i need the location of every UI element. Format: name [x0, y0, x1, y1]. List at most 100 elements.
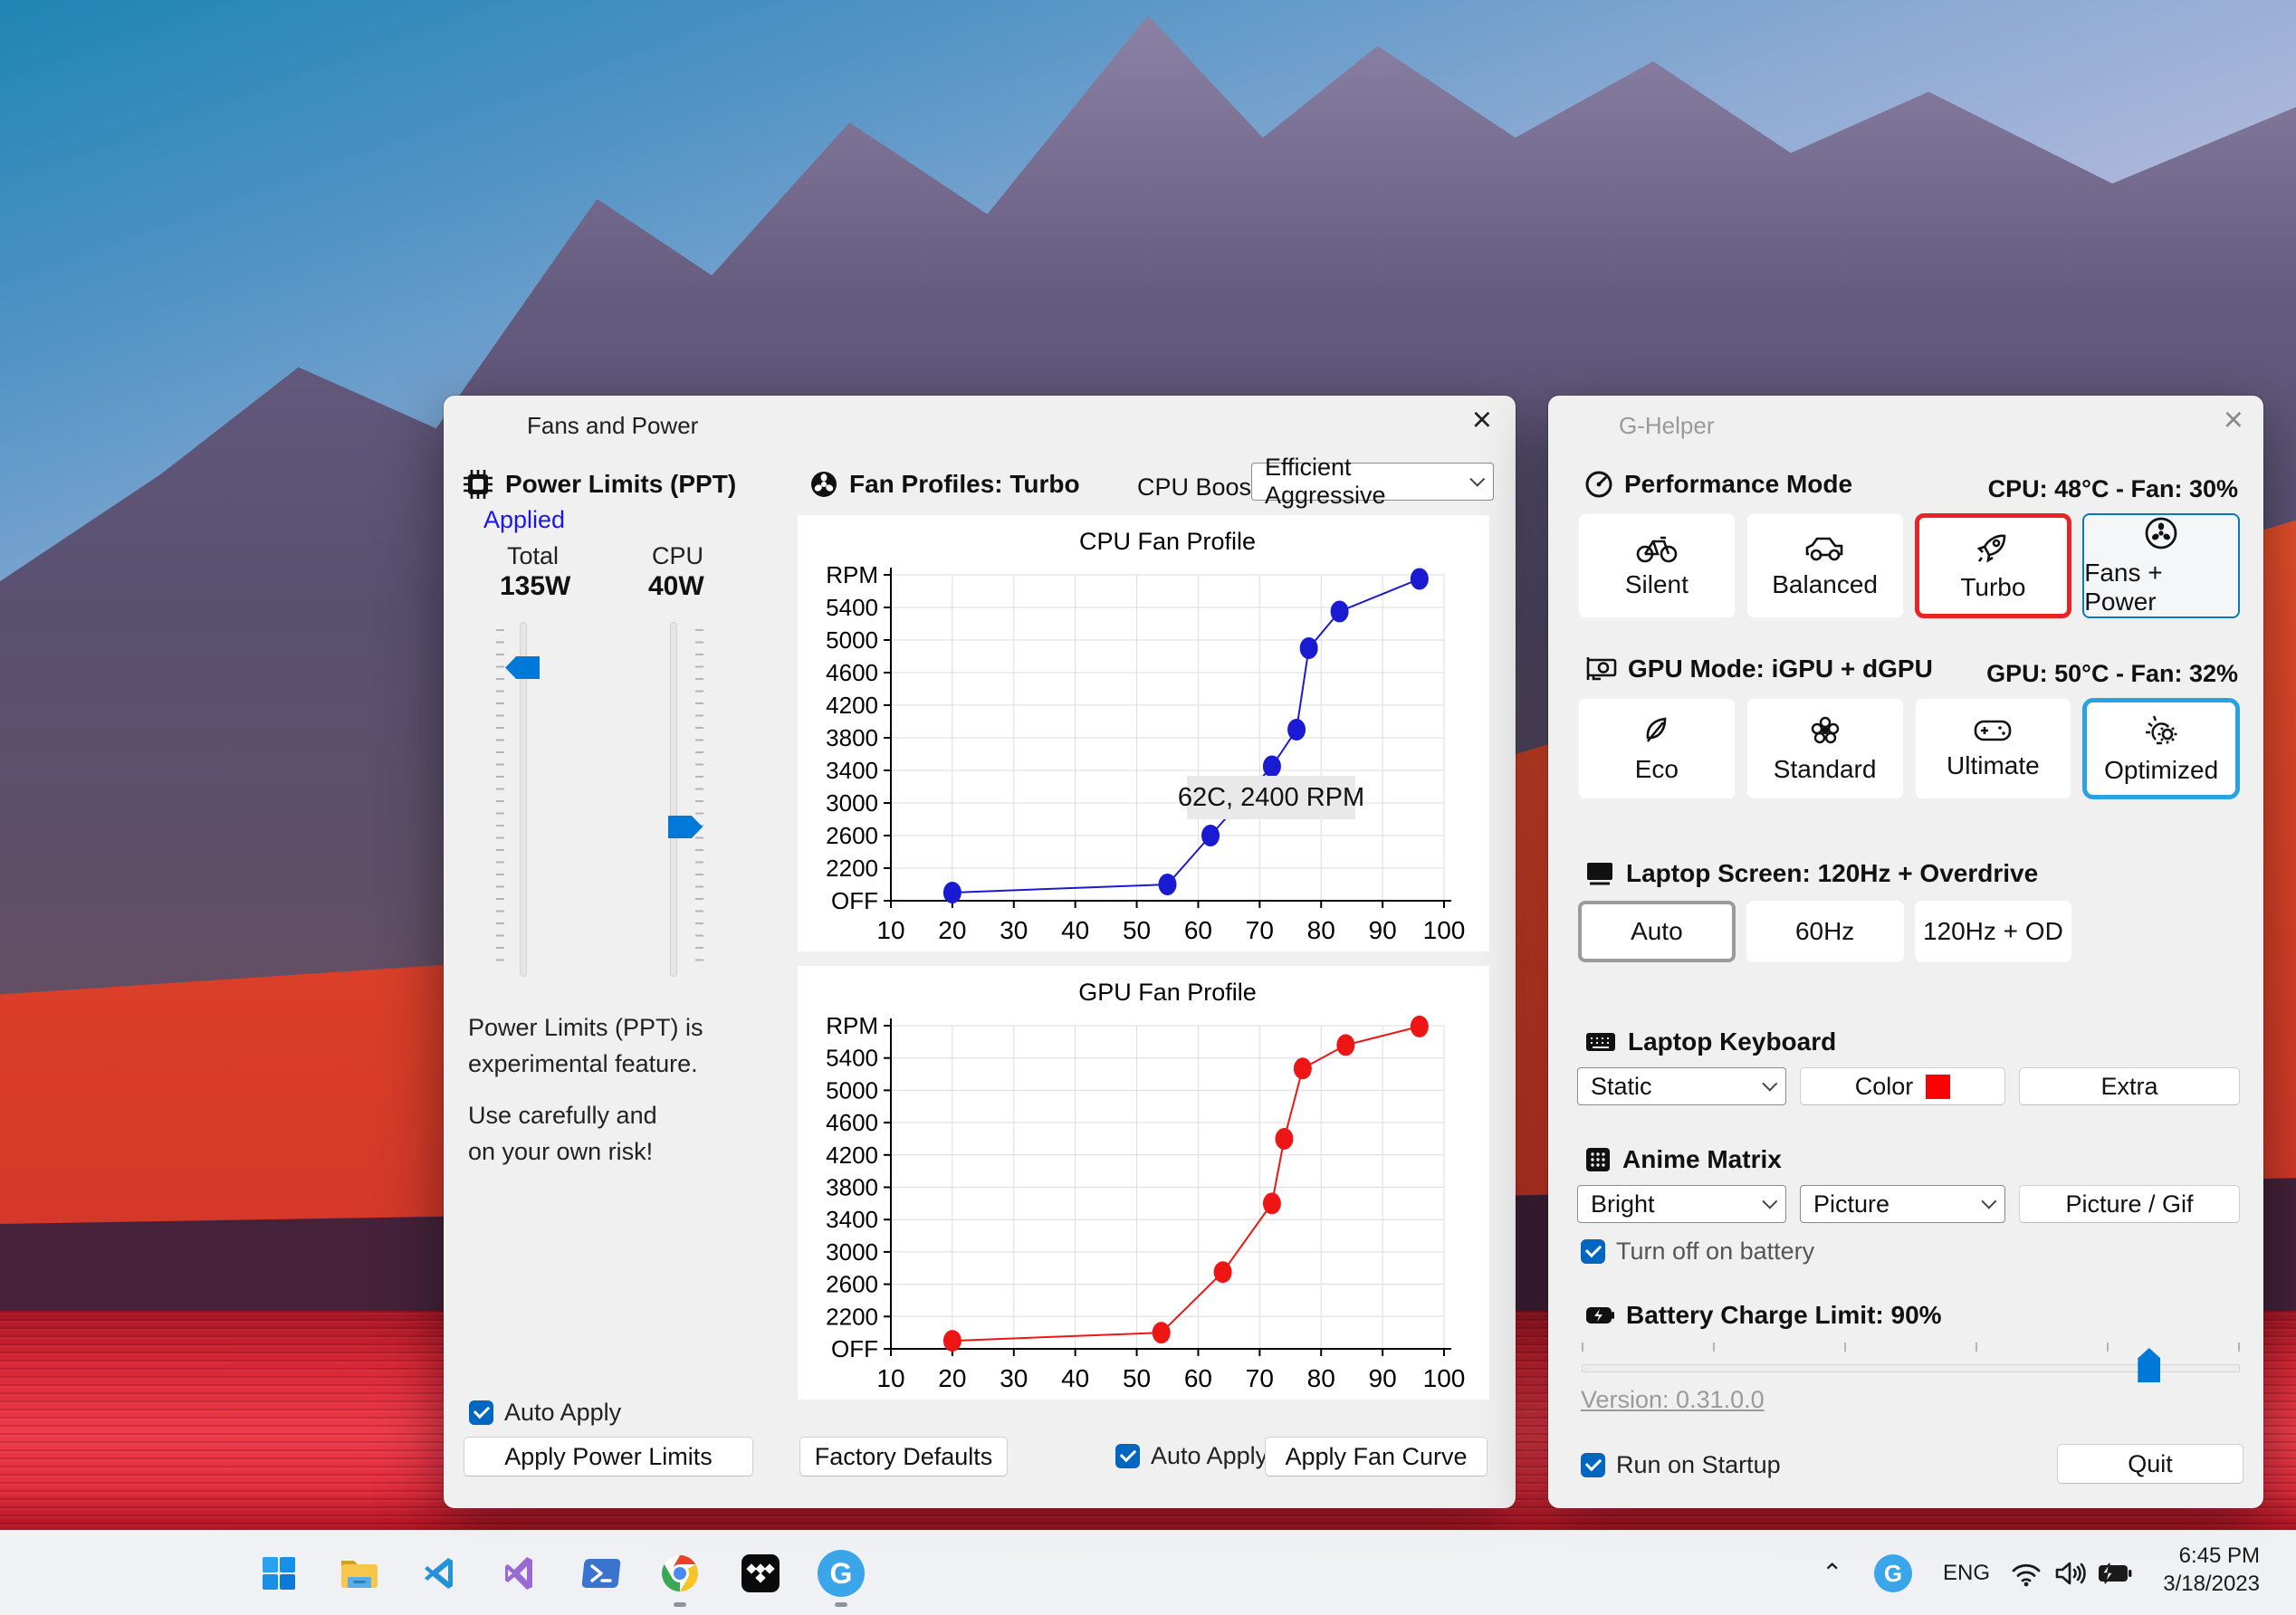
- screen-button-120hz-od[interactable]: 120Hz + OD: [1914, 901, 2072, 962]
- cpu-temp-status: CPU: 48°C - Fan: 30%: [1987, 475, 2238, 502]
- gauge-icon: [1585, 471, 1612, 498]
- svg-text:60: 60: [1184, 1364, 1212, 1392]
- svg-text:30: 30: [1000, 1364, 1028, 1392]
- svg-text:70: 70: [1246, 916, 1274, 944]
- matrix-picture-gif-button[interactable]: Picture / Gif: [2019, 1185, 2240, 1223]
- svg-text:50: 50: [1123, 916, 1151, 944]
- quit-button[interactable]: Quit: [2057, 1444, 2243, 1484]
- mode-button-turbo[interactable]: Turbo: [1914, 513, 2072, 618]
- svg-text:RPM: RPM: [826, 1012, 878, 1039]
- tray-language[interactable]: ENG: [1943, 1561, 1990, 1586]
- svg-text:3800: 3800: [826, 724, 878, 751]
- optimized-bulb-gear-icon: [2146, 715, 2177, 745]
- total-label: Total: [507, 542, 560, 569]
- file-explorer-button[interactable]: [334, 1548, 385, 1599]
- windows-logo-icon: [263, 1557, 295, 1590]
- keyboard-controls-row: Static Color Extra: [1577, 1067, 2240, 1105]
- ghelper-taskbar-button[interactable]: G: [816, 1548, 866, 1599]
- gamepad-icon: [1975, 720, 2012, 741]
- tray-ghelper-icon[interactable]: G: [1874, 1554, 1912, 1592]
- performance-mode-title: Performance Mode: [1624, 470, 1853, 498]
- cpu-label: CPU: [652, 542, 704, 569]
- vscode-button[interactable]: [415, 1548, 465, 1599]
- folder-icon: [341, 1561, 378, 1588]
- svg-text:60: 60: [1184, 916, 1212, 944]
- tray-clock[interactable]: 6:45 PM 3/18/2023: [2163, 1542, 2260, 1598]
- svg-text:3800: 3800: [826, 1174, 878, 1201]
- apply-fan-curve-button[interactable]: Apply Fan Curve: [1265, 1437, 1488, 1476]
- svg-text:4200: 4200: [826, 692, 878, 719]
- svg-text:100: 100: [1423, 916, 1466, 944]
- tray-volume-icon[interactable]: [2050, 1548, 2090, 1599]
- visual-studio-button[interactable]: [495, 1548, 546, 1599]
- cpu-boost-select[interactable]: Efficient Aggressive: [1251, 454, 1494, 509]
- svg-text:2200: 2200: [826, 855, 878, 882]
- keyboard-color-button[interactable]: Color: [1800, 1067, 2005, 1105]
- monitor-icon: [1587, 863, 1612, 885]
- tray-chevron-up-icon[interactable]: ⌃: [1822, 1558, 1842, 1588]
- laptop-screen-header: Laptop Screen: 120Hz + Overdrive: [1584, 859, 2038, 888]
- experimental-note-1: Power Limits (PPT) is experimental featu…: [468, 1014, 703, 1077]
- cpu-fan-chart[interactable]: OFF 2200 2600 3000 3400 3800 4200 4600 5000 5400 R…: [798, 515, 1489, 951]
- total-slider-thumb[interactable]: [505, 656, 540, 679]
- svg-text:4600: 4600: [826, 1109, 878, 1136]
- svg-text:OFF: OFF: [831, 887, 878, 914]
- screen-button-auto[interactable]: Auto: [1578, 901, 1736, 962]
- fan-profiles-title: Fan Profiles: Turbo: [849, 470, 1080, 498]
- run-on-startup-checkbox[interactable]: [1581, 1453, 1605, 1477]
- fan-auto-apply-checkbox[interactable]: [1115, 1444, 1140, 1468]
- power-auto-apply-checkbox[interactable]: [469, 1400, 493, 1425]
- gpu-button-ultimate[interactable]: Ultimate: [1914, 698, 2072, 799]
- turn-off-on-battery-checkbox[interactable]: [1581, 1239, 1605, 1264]
- keyboard-icon: [1586, 1033, 1615, 1051]
- fan-auto-apply: Auto Apply: [1115, 1442, 1268, 1470]
- gpu-mode-header: GPU Mode: iGPU + dGPU: [1584, 655, 1933, 683]
- keyboard-mode-select[interactable]: Static: [1577, 1067, 1786, 1105]
- svg-text:5400: 5400: [826, 594, 878, 621]
- powershell-icon: [581, 1559, 621, 1588]
- battery-limit-slider[interactable]: [1582, 1343, 2240, 1382]
- close-icon[interactable]: ×: [2224, 403, 2243, 437]
- gpu-button-eco[interactable]: Eco: [1578, 698, 1736, 799]
- matrix-brightness-select[interactable]: Bright: [1577, 1185, 1786, 1223]
- power-auto-apply-label: Auto Apply: [504, 1399, 622, 1426]
- cpu-chart-tooltip: 62C, 2400 RPM: [1178, 776, 1364, 819]
- close-icon[interactable]: ×: [1472, 403, 1492, 437]
- svg-text:4600: 4600: [826, 659, 878, 686]
- gpu-button-standard[interactable]: Standard: [1746, 698, 1904, 799]
- mode-button-fans-power[interactable]: Fans + Power: [2082, 513, 2240, 618]
- tray-wifi-icon[interactable]: [2006, 1548, 2046, 1599]
- battery-slider-thumb[interactable]: [2138, 1348, 2161, 1382]
- taskbar: G ⌃ G ENG 6:45 PM 3/18/2023: [0, 1530, 2296, 1615]
- gpu-button-optimized[interactable]: Optimized: [2082, 698, 2240, 799]
- chrome-button[interactable]: [655, 1548, 705, 1599]
- svg-text:3400: 3400: [826, 1206, 878, 1233]
- power-limits-header: Power Limits (PPT): [462, 468, 736, 501]
- svg-text:CPU Fan Profile: CPU Fan Profile: [1079, 528, 1256, 555]
- svg-text:2600: 2600: [826, 1271, 878, 1298]
- battery-slider-ticks: [1582, 1343, 2240, 1352]
- tray-battery-icon[interactable]: [2093, 1548, 2137, 1599]
- screen-button-60hz[interactable]: 60Hz: [1746, 901, 1904, 962]
- mode-button-balanced[interactable]: Balanced: [1746, 513, 1904, 618]
- mode-button-silent[interactable]: Silent: [1578, 513, 1736, 618]
- powershell-button[interactable]: [576, 1548, 627, 1599]
- svg-text:5000: 5000: [826, 1076, 878, 1104]
- gpu-fan-chart[interactable]: OFF 2200 2600 3000 3400 3800 4200 4600 5000 5400 R…: [798, 966, 1489, 1400]
- performance-mode-header: Performance Mode: [1584, 470, 1852, 499]
- version-link[interactable]: Version: 0.31.0.0: [1581, 1386, 1765, 1414]
- chevron-down-icon: [1981, 1193, 1997, 1209]
- start-button[interactable]: [254, 1548, 304, 1599]
- cpu-slider-track[interactable]: [670, 622, 677, 977]
- matrix-mode-select[interactable]: Picture: [1800, 1185, 2005, 1223]
- svg-text:5400: 5400: [826, 1045, 878, 1072]
- laptop-keyboard-header: Laptop Keyboard: [1584, 1027, 1836, 1056]
- keyboard-extra-button[interactable]: Extra: [2019, 1067, 2240, 1105]
- fan-icon: [811, 472, 837, 497]
- matrix-controls-row: Bright Picture Picture / Gif: [1577, 1185, 2240, 1223]
- window-title: Fans and Power: [527, 412, 699, 439]
- tidal-button[interactable]: [735, 1548, 786, 1599]
- anime-matrix-header: Anime Matrix: [1584, 1145, 1782, 1174]
- factory-defaults-button[interactable]: Factory Defaults: [799, 1437, 1008, 1476]
- apply-power-limits-button[interactable]: Apply Power Limits: [464, 1437, 753, 1476]
